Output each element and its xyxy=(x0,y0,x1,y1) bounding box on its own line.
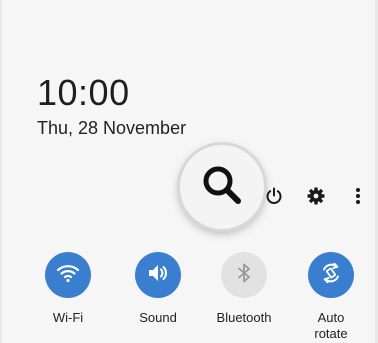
tile-bluetooth[interactable]: Bluetooth xyxy=(199,252,289,326)
sound-toggle[interactable] xyxy=(135,252,181,298)
search-icon xyxy=(200,163,244,212)
clock-time: 10:00 xyxy=(37,72,130,113)
bluetooth-icon xyxy=(232,261,256,290)
more-vertical-icon xyxy=(355,186,361,211)
tile-auto-rotate[interactable]: Auto rotate xyxy=(286,252,375,342)
power-button[interactable] xyxy=(259,183,289,213)
gear-icon xyxy=(306,186,326,211)
wifi-toggle[interactable] xyxy=(45,252,91,298)
tile-label-bluetooth: Bluetooth xyxy=(216,310,272,325)
tile-label-wifi: Wi-Fi xyxy=(52,310,84,325)
clock-date: Thu, 28 November xyxy=(37,118,187,138)
tile-label-sound: Sound xyxy=(139,310,177,325)
bluetooth-toggle[interactable] xyxy=(221,252,267,298)
more-options-button[interactable] xyxy=(343,183,373,213)
tile-label-auto-rotate: Auto rotate xyxy=(314,310,348,341)
quick-panel: 10:00 Thu, 28 November Wi-Fi Sound Bluet… xyxy=(2,0,375,343)
wifi-icon xyxy=(56,261,80,290)
power-icon xyxy=(264,186,284,211)
volume-icon xyxy=(146,261,170,290)
auto-rotate-toggle[interactable] xyxy=(308,252,354,298)
tile-sound[interactable]: Sound xyxy=(113,252,203,326)
tile-wifi[interactable]: Wi-Fi xyxy=(23,252,113,326)
settings-button[interactable] xyxy=(301,183,331,213)
search-button[interactable] xyxy=(180,145,264,229)
auto-rotate-icon xyxy=(318,260,344,291)
